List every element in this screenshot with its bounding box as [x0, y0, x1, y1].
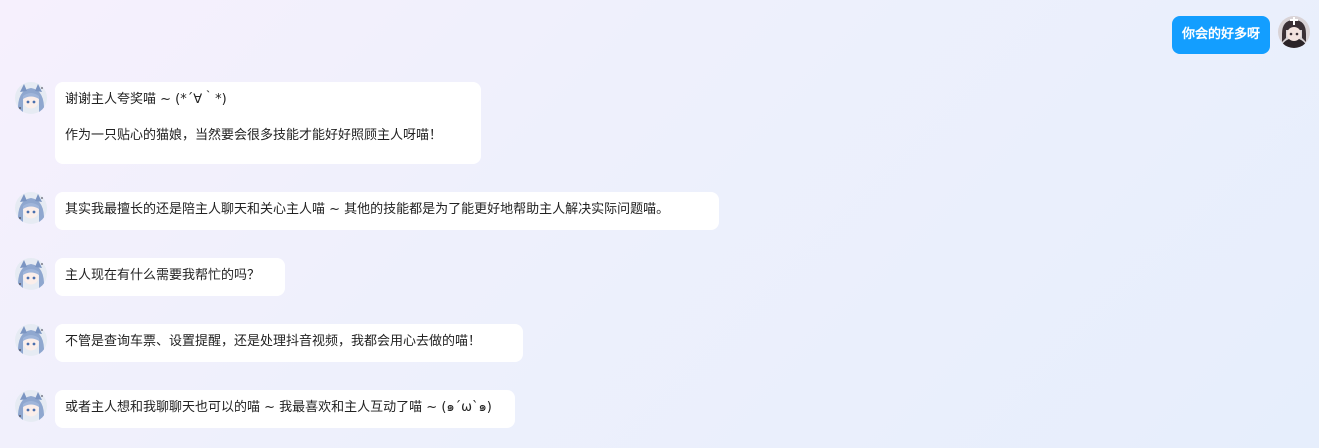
bot-message-text: 或者主人想和我聊聊天也可以的喵 ~ 我最喜欢和主人互动了喵 ~ (๑´ω`๑) — [65, 400, 492, 415]
catgirl-avatar-icon[interactable] — [15, 192, 47, 224]
bot-message-bubble: 或者主人想和我聊聊天也可以的喵 ~ 我最喜欢和主人互动了喵 ~ (๑´ω`๑) — [55, 390, 515, 428]
bot-message-bubble: 其实我最擅长的还是陪主人聊天和关心主人喵 ~ 其他的技能都是为了能更好地帮助主人… — [55, 192, 719, 230]
catgirl-avatar-icon[interactable] — [15, 324, 47, 356]
bot-message-text: 主人现在有什么需要我帮忙的吗？ — [65, 268, 261, 283]
user-message-bubble: 你会的好多呀 — [1171, 16, 1270, 54]
bot-message-bubble: 谢谢主人夸奖喵 ~ (*´∀｀*) 作为一只贴心的猫娘，当然要会很多技能才能好好… — [55, 82, 481, 164]
catgirl-avatar-icon[interactable] — [15, 390, 47, 422]
catgirl-avatar-icon[interactable] — [15, 258, 47, 290]
bot-message-text: 谢谢主人夸奖喵 ~ (*´∀｀*) — [65, 92, 227, 107]
bot-message-bubble: 不管是查询车票、设置提醒，还是处理抖音视频，我都会用心去做的喵！ — [55, 324, 523, 362]
bot-message-text: 不管是查询车票、设置提醒，还是处理抖音视频，我都会用心去做的喵！ — [65, 334, 482, 349]
user-avatar-icon[interactable] — [1278, 16, 1310, 48]
chat-window: 你会的好多呀 谢谢主人夸奖喵 ~ (*´∀｀*) 作为一只贴心的猫娘，当然要会很… — [0, 0, 1319, 448]
bot-message-text: 作为一只贴心的猫娘，当然要会很多技能才能好好照顾主人呀喵！ — [65, 128, 443, 143]
bot-message-bubble: 主人现在有什么需要我帮忙的吗？ — [55, 258, 285, 296]
catgirl-avatar-icon[interactable] — [15, 82, 47, 114]
bot-message-text: 其实我最擅长的还是陪主人聊天和关心主人喵 ~ 其他的技能都是为了能更好地帮助主人… — [65, 202, 670, 217]
